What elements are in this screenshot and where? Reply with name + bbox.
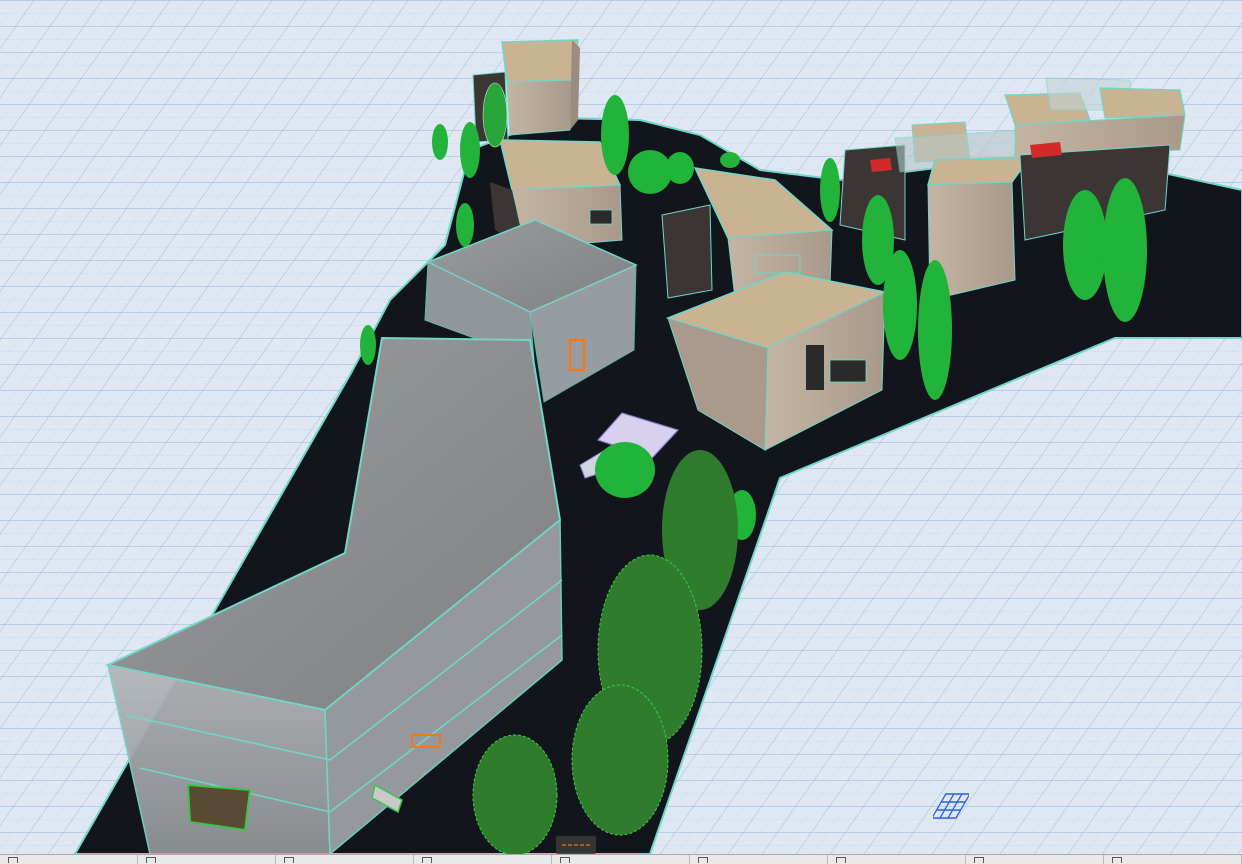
layers-icon[interactable]	[138, 855, 276, 864]
section-icon[interactable]	[1104, 855, 1242, 864]
stairs-icon[interactable]	[690, 855, 828, 864]
dimension-marker	[556, 836, 596, 854]
model-scene[interactable]	[0, 0, 1242, 854]
plan-icon[interactable]	[552, 855, 690, 864]
bottom-toolbar	[0, 854, 1242, 864]
arrow-icon[interactable]	[0, 855, 138, 864]
rectangle-icon[interactable]	[828, 855, 966, 864]
pencil-icon[interactable]	[276, 855, 414, 864]
object-icon[interactable]	[966, 855, 1104, 864]
grid-snap-icon[interactable]	[933, 792, 969, 822]
grid-icon[interactable]	[414, 855, 552, 864]
3d-viewport[interactable]	[0, 0, 1242, 854]
